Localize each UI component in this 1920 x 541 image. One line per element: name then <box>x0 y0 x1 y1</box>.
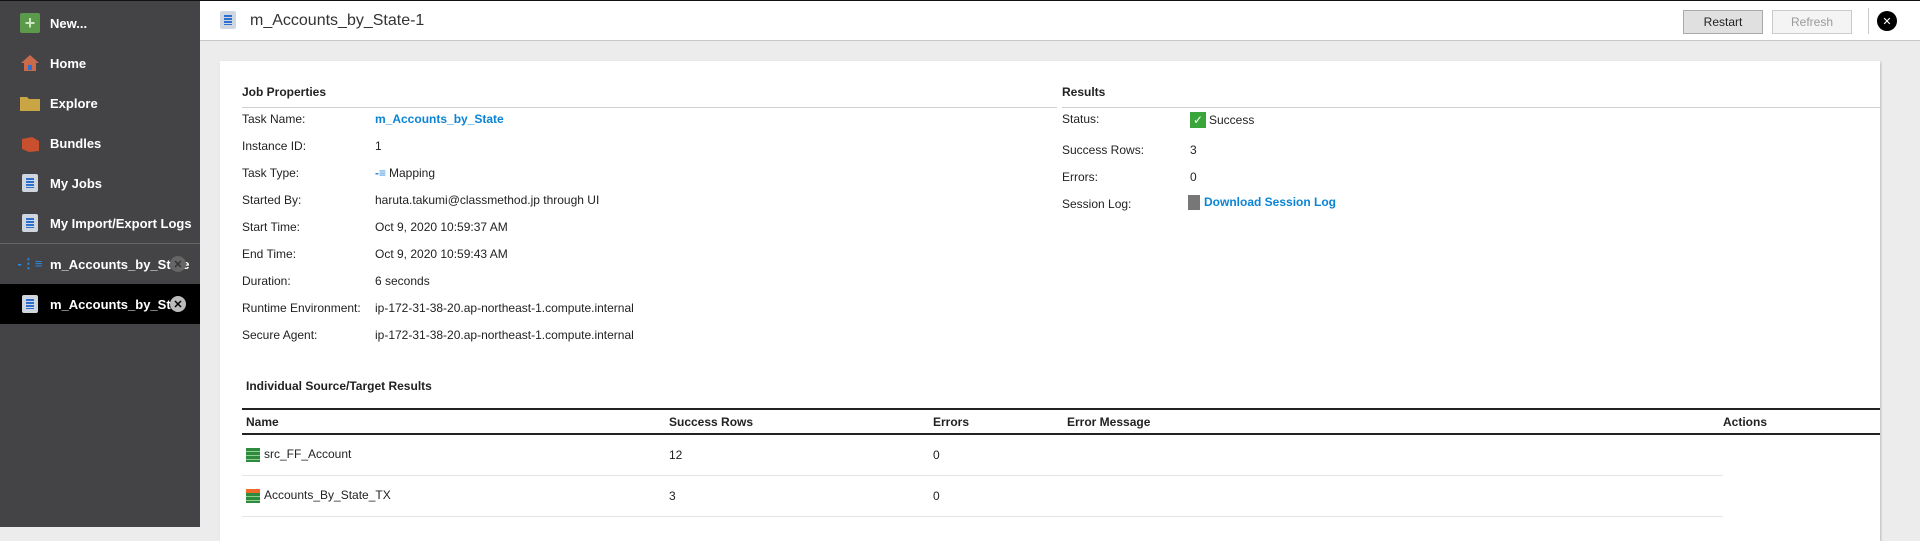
sidebar-item-new[interactable]: + New... <box>0 3 200 43</box>
results-heading: Results <box>1062 85 1880 108</box>
property-label: Instance ID: <box>242 139 307 153</box>
property-label: Started By: <box>242 193 302 207</box>
property-value: -≡ Mapping <box>375 166 435 180</box>
divider <box>1868 8 1869 34</box>
success-rows: 12 <box>669 434 933 476</box>
job-icon <box>220 11 236 32</box>
property-value-text: haruta.takumi@classmethod.jp through UI <box>375 193 600 207</box>
sidebar-item-import-export-logs[interactable]: My Import/Export Logs <box>0 203 200 243</box>
error-message <box>1067 434 1723 476</box>
plus-icon: + <box>20 13 40 33</box>
page-title: m_Accounts_by_State-1 <box>250 12 425 29</box>
property-value: Oct 9, 2020 10:59:43 AM <box>375 247 508 261</box>
table-row: Accounts_By_State_TX 3 0 <box>242 475 1880 517</box>
job-properties-heading: Job Properties <box>242 85 1057 108</box>
target-table-icon <box>246 488 260 503</box>
session-log-label: Session Log: <box>1062 197 1132 211</box>
property-value: 1 <box>375 139 382 153</box>
source-table-icon <box>246 448 260 463</box>
col-success-rows: Success Rows <box>669 408 933 435</box>
close-icon[interactable]: ✕ <box>1877 11 1897 31</box>
mapping-icon: -⋮≡ <box>17 256 43 271</box>
open-tab-job[interactable]: m_Accounts_by_St... ✕ <box>0 284 200 324</box>
errors: 0 <box>933 475 1067 517</box>
property-value-text: Oct 9, 2020 10:59:43 AM <box>375 247 508 261</box>
property-value: haruta.takumi@classmethod.jp through UI <box>375 193 599 207</box>
property-value-text: Mapping <box>389 166 436 180</box>
success-check-icon: ✓ <box>1190 112 1206 128</box>
property-value-text: 1 <box>375 139 382 153</box>
property-label: End Time: <box>242 247 297 261</box>
close-tab-icon[interactable]: ✕ <box>170 296 186 312</box>
property-label: Secure Agent: <box>242 328 318 342</box>
status-value: ✓ Success <box>1190 112 1254 128</box>
jobs-icon <box>20 173 40 193</box>
property-value: ip-172-31-38-20.ap-northeast-1.compute.i… <box>375 301 634 315</box>
header: m_Accounts_by_State-1 Restart Refresh ✕ <box>200 0 1920 41</box>
restart-button[interactable]: Restart <box>1683 10 1763 34</box>
success-rows: 3 <box>669 475 933 517</box>
home-icon <box>20 53 40 73</box>
bundle-icon <box>20 133 40 153</box>
property-value-text: m_Accounts_by_State <box>375 112 504 126</box>
property-label: Task Name: <box>242 112 306 126</box>
sidebar-item-bundles[interactable]: Bundles <box>0 123 200 163</box>
sidebar-item-explore[interactable]: Explore <box>0 83 200 123</box>
logs-icon <box>20 213 40 233</box>
property-value-text: ip-172-31-38-20.ap-northeast-1.compute.i… <box>375 328 634 342</box>
property-value-text: 6 seconds <box>375 274 430 288</box>
success-rows-value: 3 <box>1190 143 1197 157</box>
job-icon <box>20 294 40 314</box>
individual-results-table: Name Success Rows Errors Error Message A… <box>242 408 1880 517</box>
col-error-message: Error Message <box>1067 408 1723 435</box>
close-tab-icon[interactable]: ✕ <box>170 256 186 272</box>
sidebar-item-my-jobs[interactable]: My Jobs <box>0 163 200 203</box>
task-name-link[interactable]: m_Accounts_by_State <box>375 112 504 126</box>
refresh-button[interactable]: Refresh <box>1772 10 1852 34</box>
property-label: Duration: <box>242 274 291 288</box>
property-label: Task Type: <box>242 166 300 180</box>
property-label: Runtime Environment: <box>242 301 361 315</box>
individual-results-heading: Individual Source/Target Results <box>246 379 432 393</box>
success-rows-label: Success Rows: <box>1062 143 1145 157</box>
property-label: Start Time: <box>242 220 301 234</box>
sidebar: + New... Home Explore Bundles My Jobs My … <box>0 0 200 527</box>
property-value: Oct 9, 2020 10:59:37 AM <box>375 220 508 234</box>
job-details-card: Job Properties Task Name: m_Accounts_by_S… <box>220 61 1880 541</box>
target-name: Accounts_By_State_TX <box>242 475 669 517</box>
download-session-log-link[interactable]: Download Session Log <box>1188 195 1336 211</box>
col-actions: Actions <box>1723 408 1880 435</box>
open-tab-mapping[interactable]: -⋮≡ m_Accounts_by_State ✕ <box>0 244 200 284</box>
mapping-icon: -≡ <box>375 166 386 180</box>
status-label: Status: <box>1062 112 1100 126</box>
errors-label: Errors: <box>1062 170 1098 184</box>
col-name: Name <box>242 408 669 435</box>
actions <box>1723 475 1880 516</box>
col-errors: Errors <box>933 408 1067 435</box>
table-row: src_FF_Account 12 0 <box>242 434 1880 476</box>
errors: 0 <box>933 434 1067 476</box>
property-value: 6 seconds <box>375 274 430 288</box>
source-name: src_FF_Account <box>242 434 669 476</box>
errors-value: 0 <box>1190 170 1197 184</box>
property-value: ip-172-31-38-20.ap-northeast-1.compute.i… <box>375 328 634 342</box>
actions <box>1723 434 1880 475</box>
error-message <box>1067 475 1723 517</box>
sidebar-item-home[interactable]: Home <box>0 43 200 83</box>
document-download-icon <box>1188 195 1200 211</box>
folder-icon <box>20 93 40 113</box>
property-value-text: ip-172-31-38-20.ap-northeast-1.compute.i… <box>375 301 634 315</box>
property-value-text: Oct 9, 2020 10:59:37 AM <box>375 220 508 234</box>
